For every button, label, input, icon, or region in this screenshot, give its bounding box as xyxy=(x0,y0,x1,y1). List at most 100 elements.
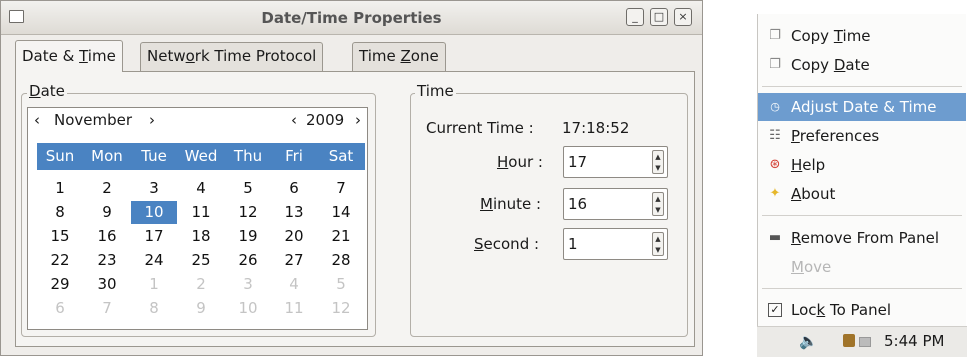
calendar-day[interactable]: 9 xyxy=(178,297,224,320)
calendar-day[interactable]: 28 xyxy=(318,249,364,272)
calendar-day[interactable]: 2 xyxy=(84,177,130,200)
volume-icon[interactable]: 🔈 xyxy=(799,332,818,350)
prev-year-button[interactable]: ‹ xyxy=(291,108,297,133)
calendar-day[interactable]: 4 xyxy=(271,273,317,296)
panel-clock[interactable]: 5:44 PM xyxy=(884,332,944,350)
calendar-day[interactable]: 26 xyxy=(225,249,271,272)
title-bar[interactable]: Date/Time Properties _ □ × xyxy=(1,1,702,35)
calendar-day[interactable]: 7 xyxy=(84,297,130,320)
calendar-day[interactable]: 3 xyxy=(225,273,271,296)
calendar-day[interactable]: 16 xyxy=(84,225,130,248)
system-tray: 🔈 5:44 PM xyxy=(757,326,967,357)
battery-icon[interactable] xyxy=(859,337,871,347)
calendar-day[interactable]: 25 xyxy=(178,249,224,272)
weekday-label: Sat xyxy=(328,147,354,165)
minute-label: Minute : xyxy=(480,195,542,213)
second-value[interactable]: 1 xyxy=(568,235,578,253)
hour-value[interactable]: 17 xyxy=(568,153,587,171)
calendar-day[interactable]: 11 xyxy=(178,201,224,224)
tab-network-time-protocol[interactable]: Network Time Protocol xyxy=(140,42,324,71)
menu-item-preferences[interactable]: ☷ Preferences xyxy=(758,122,966,150)
calendar-day[interactable]: 5 xyxy=(318,273,364,296)
calendar-day[interactable]: 22 xyxy=(37,249,83,272)
prev-month-button[interactable]: ‹ xyxy=(34,108,40,133)
calendar-day[interactable]: 4 xyxy=(178,177,224,200)
calendar-day[interactable]: 13 xyxy=(271,201,317,224)
calendar-day[interactable]: 12 xyxy=(225,201,271,224)
menu-item-copy-time[interactable]: ❐ Copy Time xyxy=(758,22,966,50)
weekday-label: Wed xyxy=(184,147,218,165)
calendar-day[interactable]: 30 xyxy=(84,273,130,296)
menu-separator xyxy=(762,288,962,289)
calendar-day[interactable]: 5 xyxy=(225,177,271,200)
date-frame-label: Date xyxy=(27,82,67,100)
calendar-day[interactable]: 8 xyxy=(131,297,177,320)
menu-item-adjust-date-time[interactable]: ◷ Adjust Date & Time xyxy=(758,93,966,121)
preferences-icon: ☷ xyxy=(769,128,781,143)
calendar[interactable]: ‹ November › ‹ 2009 › Sun Mon Tue Wed Th… xyxy=(27,107,368,330)
calendar-day[interactable]: 20 xyxy=(271,225,317,248)
second-spinbox[interactable]: 1 ▲ ▼ xyxy=(563,228,668,260)
minute-stepper[interactable]: ▲ ▼ xyxy=(652,192,664,216)
weekday-label: Mon xyxy=(91,147,123,165)
second-label: Second : xyxy=(474,235,540,253)
tab-date-time[interactable]: Date & Time xyxy=(15,40,123,72)
calendar-day[interactable]: 15 xyxy=(37,225,83,248)
calendar-day[interactable]: 17 xyxy=(131,225,177,248)
calendar-day[interactable]: 18 xyxy=(178,225,224,248)
calendar-day[interactable]: 6 xyxy=(271,177,317,200)
checkbox-icon[interactable]: ✓ xyxy=(768,303,782,317)
up-arrow-icon[interactable]: ▲ xyxy=(653,152,663,162)
hour-stepper[interactable]: ▲ ▼ xyxy=(652,150,664,174)
calendar-day[interactable]: 14 xyxy=(318,201,364,224)
calendar-day-selected[interactable]: 10 xyxy=(131,201,177,224)
menu-item-help[interactable]: ⊛ Help xyxy=(758,151,966,179)
next-year-button[interactable]: › xyxy=(355,108,361,133)
calendar-day[interactable]: 9 xyxy=(84,201,130,224)
calendar-day[interactable]: 1 xyxy=(37,177,83,200)
calendar-day[interactable]: 1 xyxy=(131,273,177,296)
menu-separator xyxy=(762,86,962,87)
down-arrow-icon[interactable]: ▼ xyxy=(653,205,663,215)
calendar-day[interactable]: 10 xyxy=(225,297,271,320)
down-arrow-icon[interactable]: ▼ xyxy=(653,245,663,255)
calendar-day[interactable]: 2 xyxy=(178,273,224,296)
time-frame-label: Time xyxy=(415,82,456,100)
menu-item-remove-from-panel[interactable]: ▬ Remove From Panel xyxy=(758,224,966,252)
calendar-day[interactable]: 7 xyxy=(318,177,364,200)
close-button[interactable]: × xyxy=(674,8,692,26)
menu-item-lock-to-panel[interactable]: ✓ Lock To Panel xyxy=(758,296,966,324)
calendar-day[interactable]: 23 xyxy=(84,249,130,272)
next-month-button[interactable]: › xyxy=(149,108,155,133)
minute-spinbox[interactable]: 16 ▲ ▼ xyxy=(563,188,668,220)
calendar-day[interactable]: 21 xyxy=(318,225,364,248)
calendar-day[interactable]: 27 xyxy=(271,249,317,272)
menu-item-about[interactable]: ✦ About xyxy=(758,180,966,208)
notes-icon[interactable] xyxy=(843,334,855,347)
date-time-properties-window: Date/Time Properties _ □ × Date & Time N… xyxy=(0,0,703,356)
calendar-day[interactable]: 12 xyxy=(318,297,364,320)
weekday-label: Tue xyxy=(141,147,167,165)
remove-icon: ▬ xyxy=(768,230,782,245)
menu-item-move: Move xyxy=(791,258,832,276)
calendar-day[interactable]: 24 xyxy=(131,249,177,272)
window-title: Date/Time Properties xyxy=(261,9,442,27)
up-arrow-icon[interactable]: ▲ xyxy=(653,194,663,204)
minimize-button[interactable]: _ xyxy=(626,8,644,26)
calendar-day[interactable]: 8 xyxy=(37,201,83,224)
maximize-button[interactable]: □ xyxy=(650,8,668,26)
calendar-day[interactable]: 29 xyxy=(37,273,83,296)
calendar-day[interactable]: 19 xyxy=(225,225,271,248)
calendar-day[interactable]: 6 xyxy=(37,297,83,320)
calendar-day[interactable]: 3 xyxy=(131,177,177,200)
up-arrow-icon[interactable]: ▲ xyxy=(653,234,663,244)
second-stepper[interactable]: ▲ ▼ xyxy=(652,232,664,256)
copy-icon: ❐ xyxy=(769,57,781,72)
calendar-day[interactable]: 11 xyxy=(271,297,317,320)
minute-value[interactable]: 16 xyxy=(568,195,587,213)
down-arrow-icon[interactable]: ▼ xyxy=(653,163,663,173)
menu-item-copy-date[interactable]: ❐ Copy Date xyxy=(758,51,966,79)
hour-spinbox[interactable]: 17 ▲ ▼ xyxy=(563,146,668,178)
tab-time-zone[interactable]: Time Zone xyxy=(352,42,446,71)
weekday-header: Sun Mon Tue Wed Thu Fri Sat xyxy=(37,143,365,170)
